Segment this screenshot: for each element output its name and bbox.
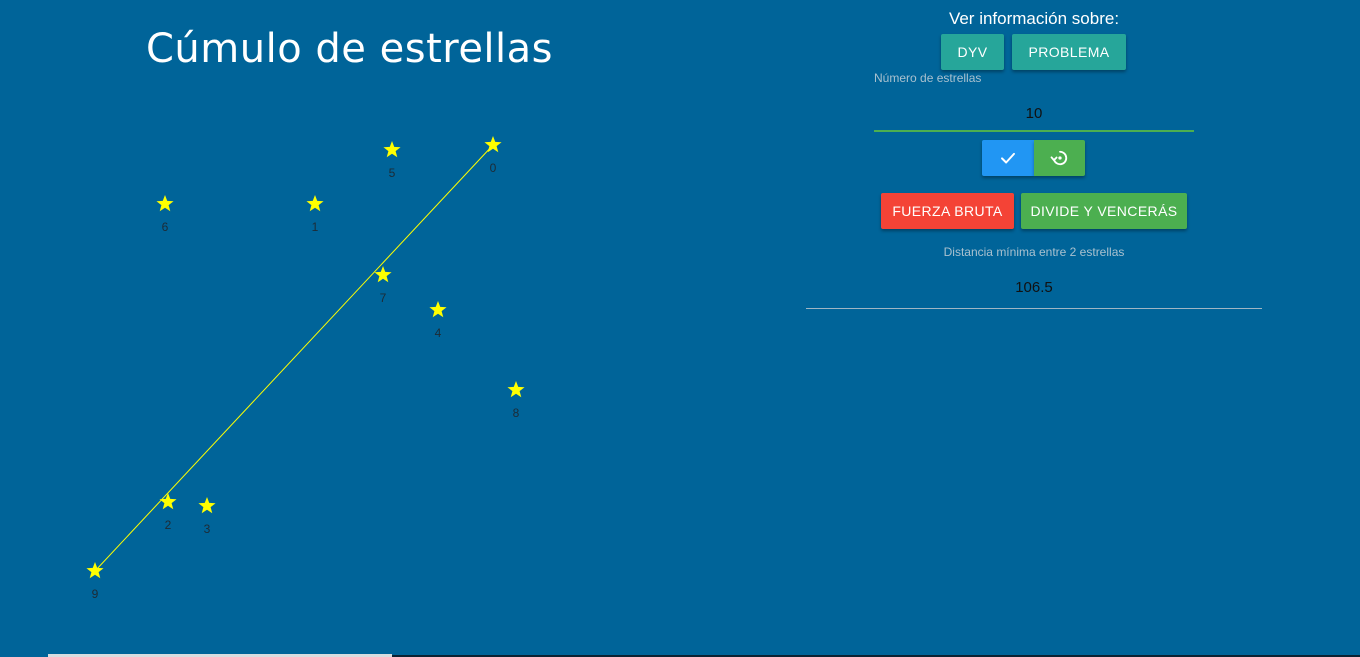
check-icon — [1001, 152, 1015, 164]
star-1: 1 — [306, 195, 324, 234]
star-label: 6 — [162, 220, 169, 234]
min-distance-label: Distancia mínima entre 2 estrellas — [943, 245, 1125, 259]
star-field: 0 1 2 3 4 5 6 7 8 9 — [86, 136, 525, 601]
star-7: 7 — [374, 266, 392, 305]
closest-pair-line-layer — [94, 144, 494, 572]
stars-count-input[interactable] — [874, 96, 1194, 132]
star-label: 0 — [490, 161, 497, 175]
star-0: 0 — [484, 136, 502, 175]
result-divider — [806, 308, 1262, 309]
star-label: 2 — [165, 518, 172, 532]
star-6: 6 — [156, 195, 174, 234]
star-icon — [429, 301, 447, 318]
app-page: Cúmulo de estrellas 0123456789 Ver infor… — [0, 0, 1360, 657]
star-label: 7 — [380, 291, 387, 305]
star-9: 9 — [86, 562, 104, 601]
star-layer: 0 1 2 3 4 5 6 7 8 9 — [86, 136, 525, 601]
star-label: 8 — [513, 406, 520, 420]
star-8: 8 — [507, 381, 525, 420]
star-icon — [507, 381, 525, 398]
star-4: 4 — [429, 301, 447, 340]
star-icon — [198, 497, 216, 514]
reset-button[interactable] — [1034, 140, 1085, 176]
dyv-info-button[interactable]: DYV — [941, 34, 1004, 70]
star-label: 4 — [435, 326, 442, 340]
confirm-button[interactable] — [982, 140, 1034, 176]
star-label: 1 — [312, 220, 319, 234]
star-icon — [159, 493, 177, 510]
star-5: 5 — [383, 141, 401, 180]
divide-conquer-button[interactable]: DIVIDE Y VENCERÁS — [1021, 193, 1187, 229]
star-icon — [484, 136, 502, 153]
star-label: 9 — [92, 587, 99, 601]
min-distance-value: 106.5 — [1015, 279, 1053, 296]
closest-pair-line — [94, 144, 494, 572]
star-label: 5 — [389, 166, 396, 180]
problema-info-button[interactable]: PROBLEMA — [1012, 34, 1126, 70]
restore-icon — [1050, 150, 1067, 166]
star-label: 3 — [204, 522, 211, 536]
stars-count-label: Número de estrellas — [874, 71, 982, 85]
star-icon — [156, 195, 174, 212]
star-icon — [306, 195, 324, 212]
star-3: 3 — [198, 497, 216, 536]
info-heading: Ver información sobre: — [948, 9, 1120, 28]
star-icon — [383, 141, 401, 158]
brute-force-button[interactable]: FUERZA BRUTA — [881, 193, 1014, 229]
